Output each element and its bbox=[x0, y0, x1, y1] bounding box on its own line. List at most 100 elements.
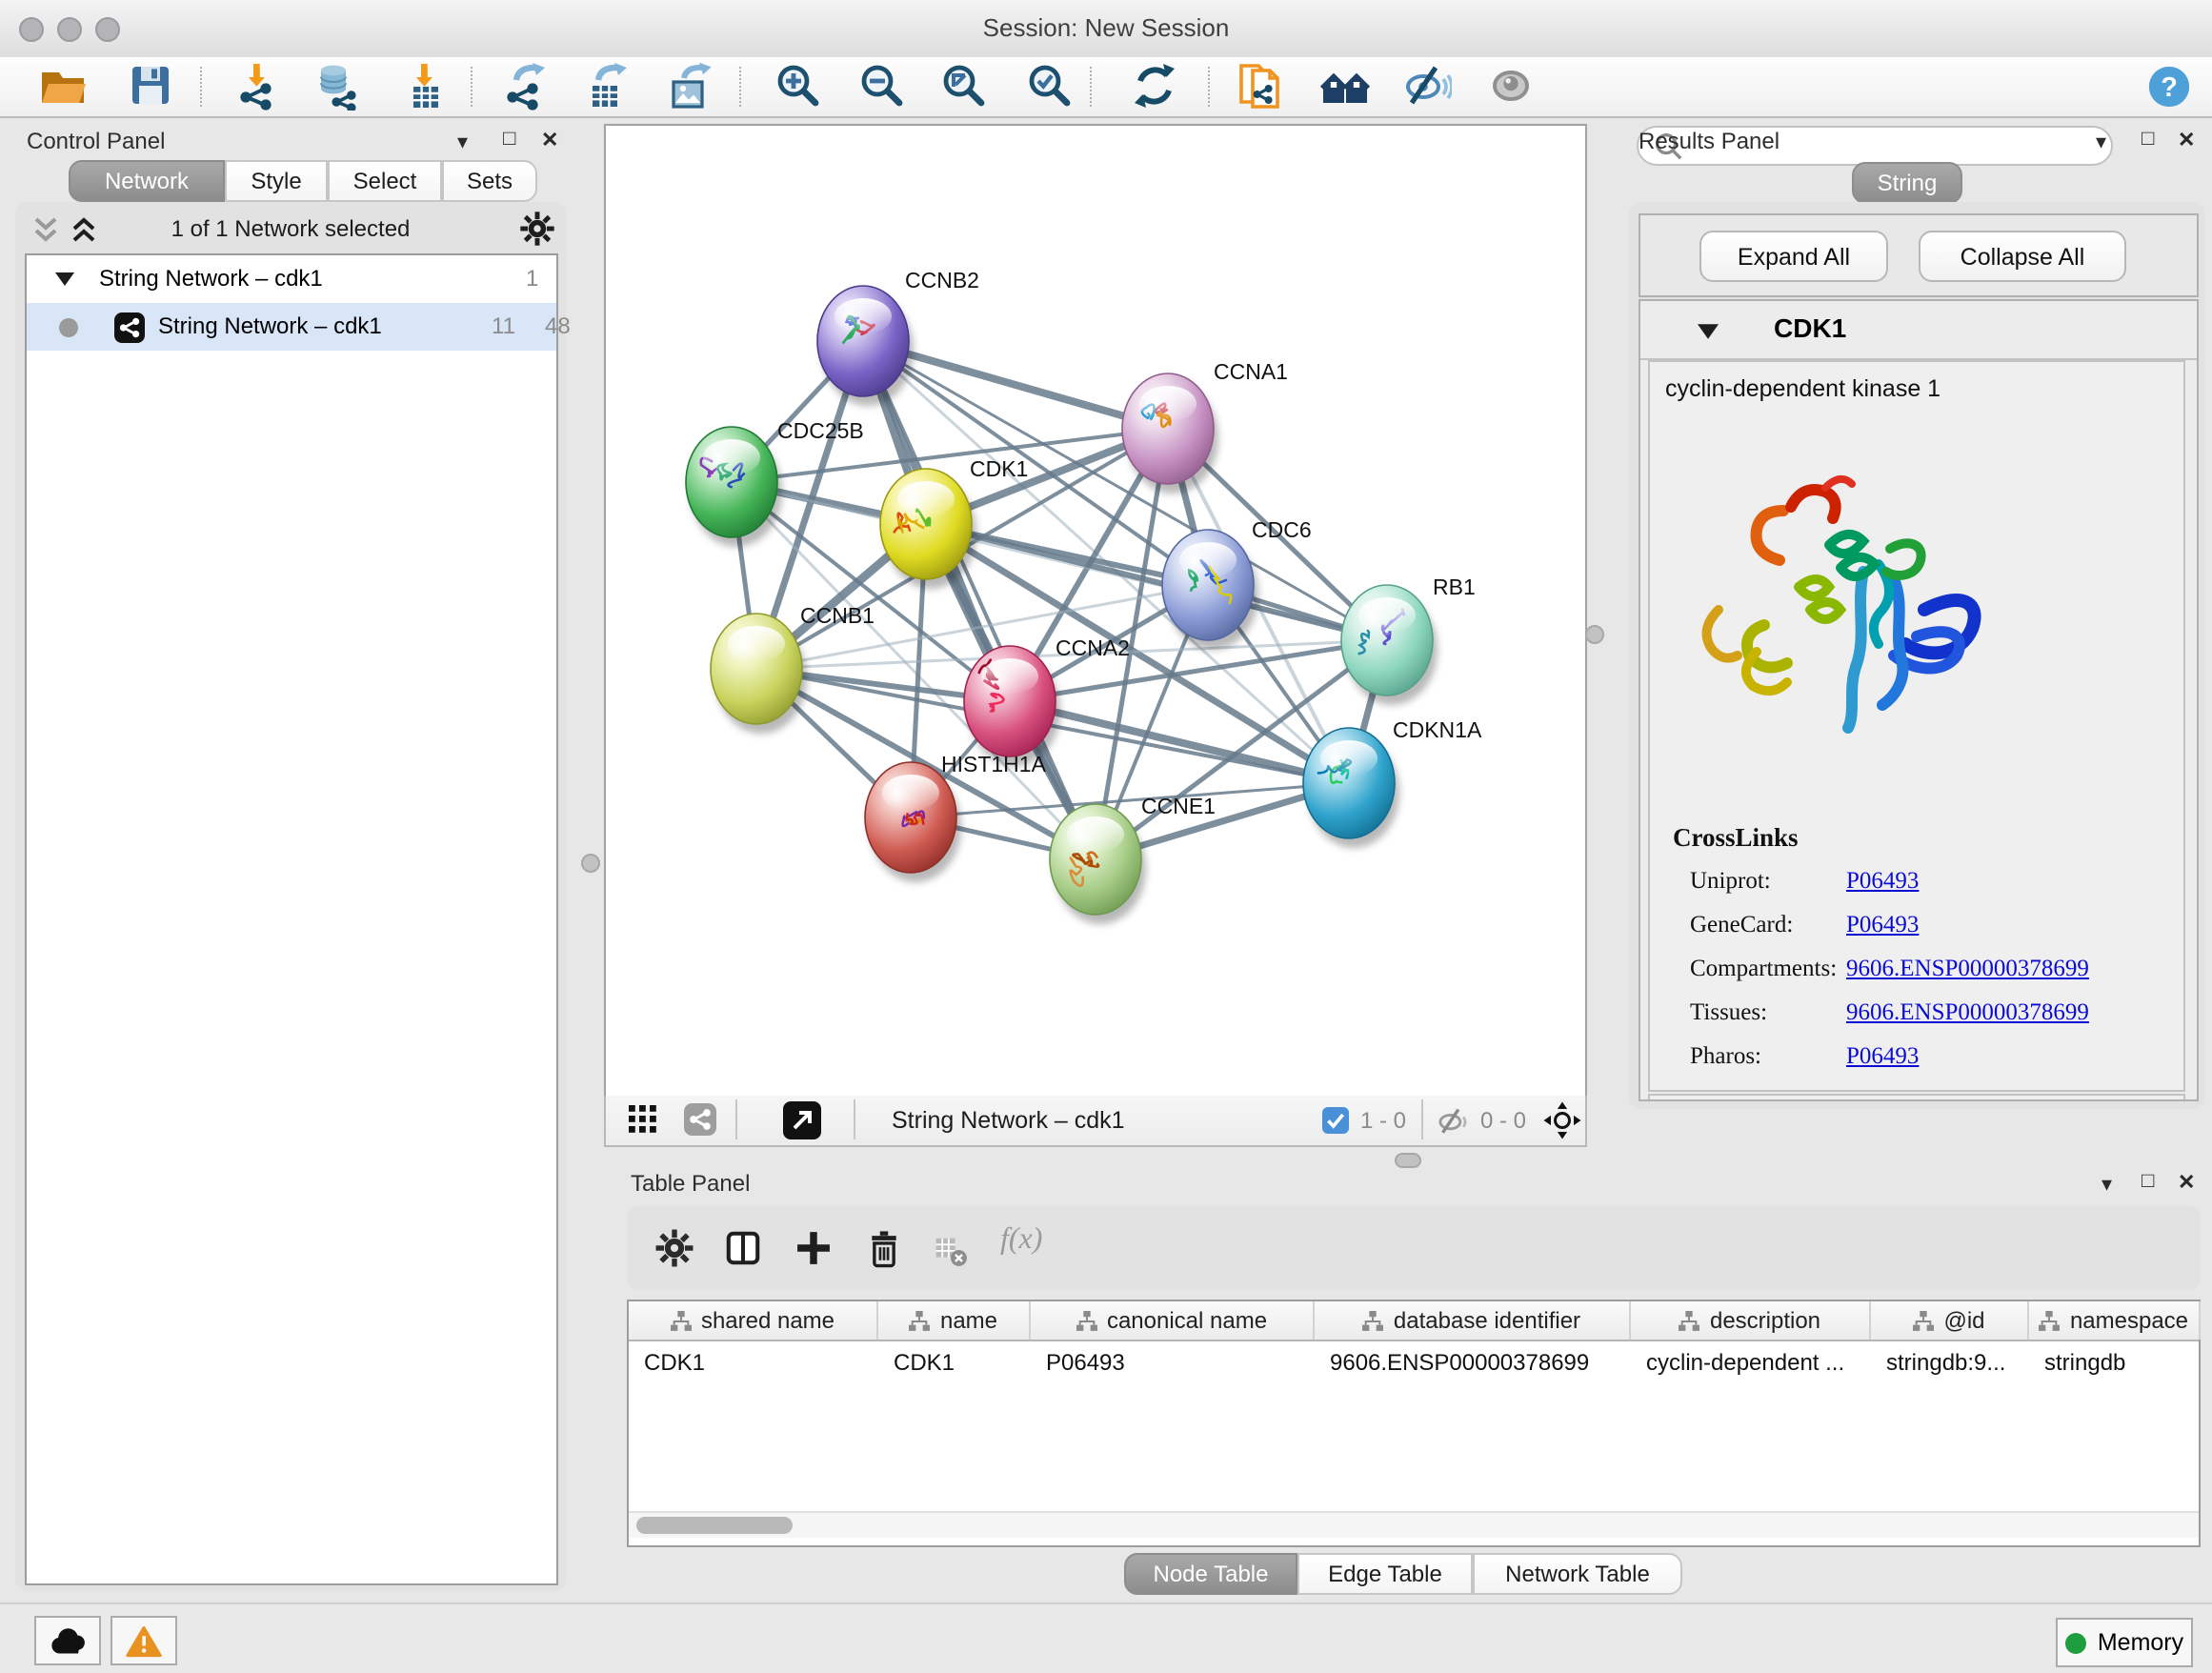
string-network-graph[interactable]: CCNB2CCNA1CDC25BCDK1CDC6RB1CCNB1CCNA2CDK… bbox=[606, 126, 1585, 1096]
table-hscrollbar[interactable] bbox=[629, 1511, 2199, 1538]
refresh-icon bbox=[1130, 61, 1179, 111]
help-icon: ? bbox=[2144, 62, 2192, 110]
results-panel-float-button[interactable]: □ bbox=[2142, 128, 2154, 151]
open-in-window-button[interactable] bbox=[783, 1101, 821, 1139]
table-cell[interactable]: 9606.ENSP00000378699 bbox=[1330, 1349, 1623, 1376]
table-options-button[interactable] bbox=[654, 1227, 695, 1269]
import-network-file-button[interactable] bbox=[231, 59, 284, 112]
save-session-button[interactable] bbox=[124, 59, 177, 112]
export-table-icon bbox=[581, 61, 631, 111]
zoom-in-button[interactable] bbox=[772, 59, 825, 112]
export-network-button[interactable] bbox=[497, 59, 551, 112]
column-header--id[interactable]: @id bbox=[1871, 1301, 2029, 1340]
cloud-status-button[interactable] bbox=[34, 1616, 101, 1665]
share-badge-icon bbox=[114, 312, 145, 342]
crosslink-value-link[interactable]: P06493 bbox=[1846, 1042, 1919, 1071]
hide-selected-button[interactable] bbox=[1400, 59, 1454, 112]
string-view-toggle-button[interactable] bbox=[684, 1103, 716, 1136]
tree-expand-arrow[interactable] bbox=[55, 271, 74, 288]
warnings-button[interactable] bbox=[111, 1616, 177, 1665]
node-CDKN1A[interactable]: CDKN1A bbox=[1303, 717, 1482, 848]
zoom-out-button[interactable] bbox=[855, 59, 909, 112]
control-panel-float-button[interactable]: □ bbox=[503, 128, 515, 151]
node-CCNB1[interactable]: CCNB1 bbox=[711, 603, 875, 734]
memory-button[interactable]: Memory bbox=[2056, 1618, 2193, 1667]
network-canvas[interactable]: CCNB2CCNA1CDC25BCDK1CDC6RB1CCNB1CCNA2CDK… bbox=[604, 124, 1587, 1098]
import-network-database-button[interactable] bbox=[311, 59, 364, 112]
column-header-namespace[interactable]: namespace bbox=[2029, 1301, 2201, 1340]
table-cell[interactable]: cyclin-dependent ... bbox=[1646, 1349, 1863, 1376]
section-collapse-arrow[interactable] bbox=[1698, 322, 1719, 341]
import-table-file-button[interactable] bbox=[398, 59, 452, 112]
tab-node-table[interactable]: Node Table bbox=[1124, 1553, 1297, 1595]
tab-select[interactable]: Select bbox=[328, 160, 442, 202]
refresh-view-button[interactable] bbox=[1128, 59, 1181, 112]
show-columns-button[interactable] bbox=[722, 1227, 764, 1269]
help-button[interactable]: ? bbox=[2142, 59, 2195, 112]
node-label-HIST1H1A: HIST1H1A bbox=[941, 752, 1047, 776]
node-RB1[interactable]: RB1 bbox=[1341, 574, 1476, 705]
network-tree: String Network – cdk1 1 String Network –… bbox=[25, 253, 558, 1585]
table-cell[interactable]: P06493 bbox=[1046, 1349, 1307, 1376]
tab-edge-table[interactable]: Edge Table bbox=[1297, 1553, 1473, 1595]
left-splitter-handle[interactable] bbox=[581, 854, 600, 873]
results-scroll-area[interactable]: CDK1 cyclin-dependent kinase 1 bbox=[1639, 299, 2199, 1101]
results-panel-collapse-button[interactable]: ▾ bbox=[2096, 130, 2106, 154]
crosslink-value-link[interactable]: P06493 bbox=[1846, 867, 1919, 896]
new-network-from-selection-button[interactable] bbox=[1233, 59, 1286, 112]
warning-icon bbox=[126, 1624, 162, 1657]
table-cell[interactable]: stringdb bbox=[2044, 1349, 2193, 1376]
table-panel-close-button[interactable]: ✕ bbox=[2178, 1170, 2195, 1195]
column-type-icon bbox=[1076, 1310, 1097, 1331]
column-header-name[interactable]: name bbox=[878, 1301, 1031, 1340]
crosslink-value-link[interactable]: 9606.ENSP00000378699 bbox=[1846, 998, 2089, 1027]
tab-network[interactable]: Network bbox=[69, 160, 225, 202]
network-collection-row[interactable]: String Network – cdk1 1 bbox=[27, 255, 556, 303]
table-cell[interactable]: stringdb:9... bbox=[1886, 1349, 2021, 1376]
first-neighbors-button[interactable] bbox=[1318, 59, 1372, 112]
footer-separator bbox=[735, 1099, 737, 1139]
export-network-icon bbox=[499, 61, 549, 111]
gene-section-header[interactable]: CDK1 bbox=[1640, 301, 2197, 360]
tab-string-results[interactable]: String bbox=[1852, 162, 1962, 204]
table-panel-float-button[interactable]: □ bbox=[2142, 1170, 2154, 1193]
crosslink-value-link[interactable]: P06493 bbox=[1846, 911, 1919, 939]
control-panel-close-button[interactable]: ✕ bbox=[541, 128, 558, 152]
results-panel-close-button[interactable]: ✕ bbox=[2178, 128, 2195, 152]
zoom-selected-button[interactable] bbox=[1023, 59, 1076, 112]
hscroll-thumb[interactable] bbox=[636, 1517, 793, 1534]
table-cell[interactable]: CDK1 bbox=[644, 1349, 871, 1376]
column-header-shared-name[interactable]: shared name bbox=[629, 1301, 878, 1340]
birdseye-toggle-button[interactable] bbox=[629, 1105, 657, 1134]
table-panel-collapse-button[interactable]: ▾ bbox=[2101, 1172, 2112, 1197]
table-cell[interactable]: CDK1 bbox=[894, 1349, 1023, 1376]
node-CCNE1[interactable]: CCNE1 bbox=[1050, 794, 1216, 924]
zoom-fit-button[interactable] bbox=[937, 59, 991, 112]
node-label-CDK1: CDK1 bbox=[970, 456, 1028, 481]
right-splitter-handle[interactable] bbox=[1585, 625, 1604, 644]
network-options-button[interactable] bbox=[518, 210, 556, 248]
tab-style[interactable]: Style bbox=[225, 160, 328, 202]
column-header-description[interactable]: description bbox=[1631, 1301, 1871, 1340]
fit-network-button[interactable] bbox=[1541, 1099, 1583, 1141]
open-session-button[interactable] bbox=[36, 59, 90, 112]
crosslink-value-link[interactable]: 9606.ENSP00000378699 bbox=[1846, 955, 2089, 983]
edge-CDK1-RB1[interactable] bbox=[926, 524, 1387, 640]
network-row-selected[interactable]: String Network – cdk1 11 48 bbox=[27, 303, 556, 351]
column-header-canonical-name[interactable]: canonical name bbox=[1031, 1301, 1315, 1340]
export-image-button[interactable] bbox=[663, 59, 716, 112]
node-CCNB2[interactable]: CCNB2 bbox=[817, 268, 979, 406]
tab-network-table[interactable]: Network Table bbox=[1473, 1553, 1682, 1595]
expand-all-button[interactable]: Expand All bbox=[1699, 231, 1888, 282]
control-panel-collapse-button[interactable]: ▾ bbox=[457, 130, 468, 154]
collapse-all-button[interactable]: Collapse All bbox=[1919, 231, 2126, 282]
column-header-database-identifier[interactable]: database identifier bbox=[1315, 1301, 1631, 1340]
horizontal-splitter-handle[interactable] bbox=[1395, 1153, 1421, 1168]
show-hidden-button[interactable] bbox=[1484, 59, 1538, 112]
node-CCNA1[interactable]: CCNA1 bbox=[1122, 359, 1288, 494]
export-table-button[interactable] bbox=[579, 59, 633, 112]
selected-checkbox[interactable] bbox=[1322, 1107, 1349, 1134]
create-column-button[interactable] bbox=[793, 1227, 835, 1269]
tab-sets[interactable]: Sets bbox=[442, 160, 537, 202]
delete-column-button[interactable] bbox=[863, 1227, 905, 1269]
